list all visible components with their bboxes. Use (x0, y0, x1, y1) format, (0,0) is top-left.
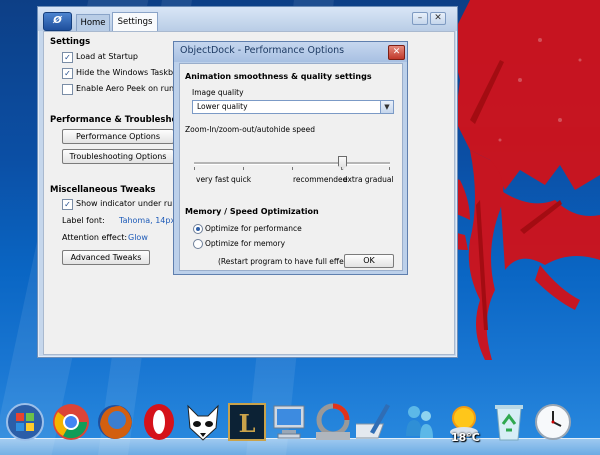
desktop-wallpaper: Ø Home Settings – ✕ Settings ✓ Load at S… (0, 0, 600, 455)
objectdock-bar: L (0, 396, 600, 455)
close-button[interactable]: ✕ (430, 12, 446, 25)
computer-icon[interactable] (268, 400, 310, 444)
fox-mask-icon[interactable] (182, 400, 224, 444)
pen-tablet-icon[interactable] (356, 400, 398, 444)
start-orb-icon[interactable] (4, 400, 46, 444)
misc-heading: Miscellaneous Tweaks (50, 185, 156, 195)
slider-tick (243, 167, 244, 170)
league-of-legends-icon[interactable]: L (226, 400, 268, 444)
dialog-title: ObjectDock - Performance Options (180, 45, 345, 56)
restart-note: (Restart program to have full effect) (218, 257, 354, 266)
zoom-speed-slider-thumb[interactable] (338, 156, 347, 170)
settings-heading: Settings (50, 37, 91, 47)
troubleshooting-options-button[interactable]: Troubleshooting Options (62, 149, 174, 164)
slider-tick (194, 167, 195, 170)
aero-peek-checkbox[interactable] (62, 84, 73, 95)
messenger-icon[interactable] (398, 400, 440, 444)
recycle-bin-icon[interactable] (488, 400, 530, 444)
objectdock-logo[interactable]: Ø (43, 12, 72, 31)
tab-settings[interactable]: Settings (112, 12, 158, 32)
dialog-titlebar[interactable]: ObjectDock - Performance Options ✕ (174, 42, 407, 62)
memory-heading: Memory / Speed Optimization (185, 207, 319, 216)
show-indicator-checkbox[interactable]: ✓ (62, 199, 73, 210)
tab-home[interactable]: Home (76, 14, 110, 31)
minimize-button[interactable]: – (412, 12, 428, 25)
attention-effect-label: Attention effect: (62, 233, 128, 242)
slider-label-extra-gradual: extra gradual (343, 175, 394, 184)
animation-heading: Animation smoothness & quality settings (185, 72, 372, 81)
svg-text:L: L (239, 409, 256, 438)
performance-options-button[interactable]: Performance Options (62, 129, 174, 144)
slider-label-quick: quick (231, 175, 252, 184)
window-titlebar[interactable]: Ø Home Settings – ✕ (38, 7, 457, 32)
dialog-body: Animation smoothness & quality settings … (179, 63, 403, 271)
hide-taskbar-checkbox[interactable]: ✓ (62, 68, 73, 79)
hide-taskbar-label: Hide the Windows Taskbar (76, 68, 182, 77)
slider-tick (389, 167, 390, 170)
aero-peek-label: Enable Aero Peek on runnin (76, 84, 187, 93)
advanced-tweaks-button[interactable]: Advanced Tweaks (62, 250, 150, 265)
optimize-performance-label: Optimize for performance (205, 224, 302, 233)
slider-label-recommended: recommended (293, 175, 348, 184)
label-font-label: Label font: (62, 216, 105, 225)
optimize-performance-radio[interactable] (193, 224, 203, 234)
show-indicator-label: Show indicator under runni (76, 199, 185, 208)
zoom-speed-label: Zoom-In/zoom-out/autohide speed (185, 125, 316, 134)
opera-icon[interactable] (138, 400, 180, 444)
slider-tick (292, 167, 293, 170)
performance-options-dialog: ObjectDock - Performance Options ✕ Anima… (173, 41, 408, 275)
image-quality-dropdown[interactable]: Lower quality ▼ (192, 100, 394, 114)
optimize-memory-radio[interactable] (193, 239, 203, 249)
zoom-speed-slider-track[interactable] (194, 162, 390, 165)
dialog-close-button[interactable]: ✕ (388, 45, 405, 60)
chrome-icon[interactable] (50, 400, 92, 444)
load-at-startup-label: Load at Startup (76, 52, 139, 61)
ok-button[interactable]: OK (344, 254, 394, 268)
weather-temperature: 18°C (451, 431, 480, 444)
slider-label-very-fast: very fast (196, 175, 230, 184)
image-quality-label: Image quality (192, 88, 244, 97)
optimize-memory-label: Optimize for memory (205, 239, 286, 248)
chevron-down-icon[interactable]: ▼ (380, 101, 393, 113)
firefox-icon[interactable] (94, 400, 136, 444)
image-quality-value: Lower quality (197, 102, 248, 111)
photoshop-icon[interactable] (312, 400, 354, 444)
clock-icon[interactable] (532, 400, 574, 444)
slider-tick (341, 167, 342, 170)
load-at-startup-checkbox[interactable]: ✓ (62, 52, 73, 63)
attention-effect-link[interactable]: Glow (128, 233, 148, 242)
